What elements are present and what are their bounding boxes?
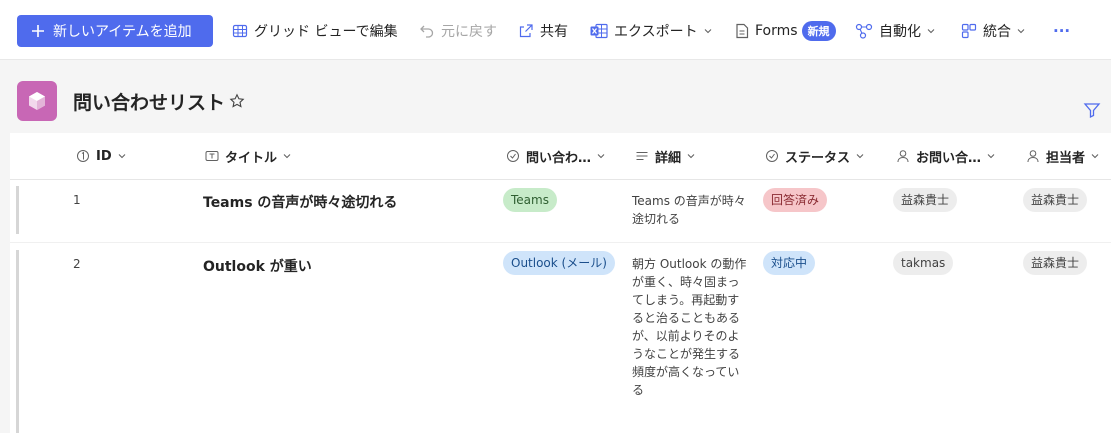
more-actions-button[interactable]: ···	[1053, 15, 1070, 47]
column-header-label: お問い合…	[916, 150, 982, 166]
share-label: 共有	[540, 24, 568, 40]
assignee-person-pill[interactable]: 益森貴士	[1023, 188, 1088, 212]
automate-button[interactable]: 自動化	[855, 15, 935, 47]
automate-label: 自動化	[879, 24, 921, 40]
forms-button[interactable]: Forms 新規	[735, 15, 836, 47]
contact-person-pill[interactable]: 益森貴士	[893, 188, 958, 212]
assignee-person-pill[interactable]: 益森貴士	[1023, 251, 1088, 275]
column-header-detail[interactable]: 詳細	[635, 133, 695, 179]
column-header-contact[interactable]: お問い合…	[896, 133, 995, 179]
contact-person-pill[interactable]: takmas	[893, 251, 954, 275]
inquiry-type-pill: Outlook (メール)	[503, 251, 615, 275]
chevron-down-icon	[1091, 154, 1099, 159]
undo-button[interactable]: 元に戻す	[419, 15, 497, 47]
favorite-star-icon[interactable]	[229, 93, 245, 109]
column-header-label: 担当者	[1046, 150, 1086, 166]
more-label: ···	[1053, 22, 1071, 40]
column-header-assignee[interactable]: 担当者	[1026, 133, 1099, 179]
multiline-text-icon	[636, 152, 648, 160]
command-bar: 新しいアイテムを追加 グリッド ビューで編集 元に戻す 共有 エクスポート Fo…	[0, 0, 1111, 60]
chevron-down-icon	[283, 154, 291, 159]
export-label: エクスポート	[614, 24, 698, 40]
cube-icon	[29, 92, 45, 110]
grid-edit-label: グリッド ビューで編集	[254, 24, 398, 40]
inquiry-type-pill: Teams	[503, 188, 557, 212]
chevron-down-icon	[987, 154, 995, 159]
export-button[interactable]: エクスポート	[590, 15, 712, 47]
column-header-label: ID	[96, 148, 112, 164]
number-icon	[77, 150, 89, 162]
integrate-button[interactable]: 統合	[961, 15, 1025, 47]
excel-icon	[590, 23, 608, 39]
list-grid: ID タイトル 問い合わ… 詳細 ステータス お問い合… 担当者 1 Teams…	[10, 133, 1111, 433]
column-header-label: タイトル	[225, 150, 278, 166]
cell-title[interactable]: Outlook が重い	[203, 256, 312, 276]
chevron-down-icon	[687, 154, 695, 159]
row-divider	[10, 242, 1111, 243]
person-icon	[897, 150, 909, 163]
choice-icon	[507, 150, 519, 162]
forms-label: Forms	[755, 23, 798, 39]
flow-icon	[855, 23, 873, 39]
chevron-down-icon	[856, 154, 864, 159]
row-selector[interactable]	[16, 186, 19, 234]
status-pill: 回答済み	[763, 188, 828, 212]
grid-edit-button[interactable]: グリッド ビューで編集	[232, 15, 398, 47]
text-field-icon	[205, 151, 219, 161]
undo-icon	[420, 25, 434, 38]
chevron-down-icon	[118, 154, 126, 159]
row-selector[interactable]	[16, 250, 19, 433]
column-header-label: ステータス	[785, 150, 851, 166]
header-divider	[10, 179, 1111, 180]
integrate-icon	[961, 23, 977, 39]
cell-id: 2	[73, 257, 81, 271]
chevron-down-icon	[927, 29, 935, 34]
choice-icon	[766, 150, 778, 162]
person-icon	[1027, 150, 1039, 163]
chevron-down-icon	[597, 154, 605, 159]
column-header-title[interactable]: タイトル	[205, 133, 291, 179]
column-header-inquiry[interactable]: 問い合わ…	[506, 133, 605, 179]
add-new-item-button[interactable]: 新しいアイテムを追加	[17, 15, 213, 47]
plus-icon	[32, 25, 44, 37]
undo-label: 元に戻す	[441, 24, 497, 40]
share-button[interactable]: 共有	[518, 15, 568, 47]
column-header-label: 詳細	[655, 150, 682, 166]
add-new-item-label: 新しいアイテムを追加	[53, 24, 192, 40]
column-header-label: 問い合わ…	[526, 150, 592, 166]
cell-id: 1	[73, 193, 81, 207]
status-pill: 対応中	[763, 251, 816, 275]
form-icon	[736, 23, 749, 39]
share-icon	[519, 24, 533, 38]
cell-detail: 朝方 Outlook の動作が重く、時々固まってしまう。再起動すると治ることもあ…	[632, 257, 747, 397]
chevron-down-icon	[1017, 29, 1025, 34]
new-badge: 新規	[801, 21, 836, 41]
cell-title[interactable]: Teams の音声が時々途切れる	[203, 192, 397, 212]
grid-icon	[232, 24, 248, 38]
list-icon	[17, 81, 57, 121]
filter-icon[interactable]	[1083, 101, 1101, 119]
integrate-label: 統合	[983, 24, 1011, 40]
column-header-id[interactable]: ID	[76, 133, 126, 179]
chevron-down-icon	[704, 29, 711, 34]
cell-detail: Teams の音声が時々途切れる	[632, 194, 746, 226]
column-header-status[interactable]: ステータス	[765, 133, 864, 179]
list-title: 問い合わせリスト	[73, 92, 226, 114]
